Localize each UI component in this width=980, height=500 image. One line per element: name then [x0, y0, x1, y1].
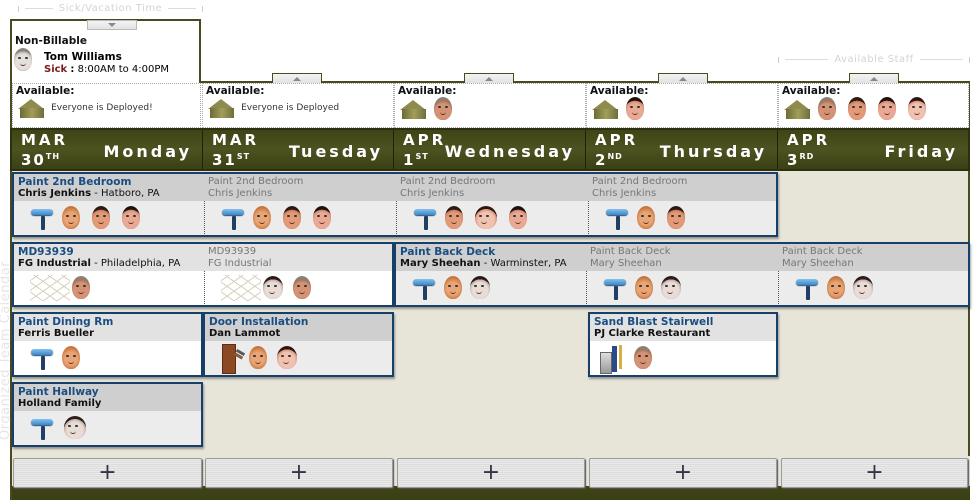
- paint-roller-icon: [30, 345, 56, 371]
- staff-avatar[interactable]: [637, 206, 655, 229]
- add-job-button-monday[interactable]: +: [13, 458, 202, 488]
- sick-time: 8:00AM to 4:00PM: [77, 64, 170, 75]
- staff-avatar[interactable]: [313, 206, 331, 229]
- day-header-monday: MAR 30TH Monday: [12, 130, 203, 169]
- available-section-label: Available Staff: [778, 54, 971, 65]
- staff-avatar[interactable]: [293, 276, 311, 299]
- sick-status: Sick: [44, 64, 68, 75]
- expand-toggle-thursday[interactable]: [658, 73, 708, 83]
- sick-person-name: Tom Williams: [44, 51, 122, 63]
- day-header-thursday: APR 2ND Thursday: [586, 130, 778, 169]
- sand-blaster-icon: [598, 343, 632, 374]
- plus-icon: +: [481, 460, 501, 485]
- staff-avatar[interactable]: [470, 276, 490, 299]
- staff-avatar[interactable]: [848, 97, 866, 120]
- grid-layout-icon: [221, 274, 261, 301]
- staff-avatar[interactable]: [277, 346, 297, 369]
- staff-avatar[interactable]: [263, 276, 283, 299]
- job-card-door-installation[interactable]: Door Installation Dan Lammot: [203, 312, 394, 377]
- plus-icon: +: [98, 460, 117, 485]
- staff-avatar[interactable]: [509, 206, 527, 229]
- staff-avatar[interactable]: [878, 97, 896, 120]
- staff-avatar[interactable]: [62, 346, 80, 369]
- tent-icon: [398, 98, 428, 120]
- non-billable-heading: Non-Billable: [15, 35, 87, 47]
- availability-cell: Available:: [586, 83, 778, 128]
- job-card-paint-hallway[interactable]: Paint Hallway Holland Family: [12, 382, 203, 447]
- chevron-up-icon: [485, 76, 493, 81]
- chevron-up-icon: [293, 76, 301, 81]
- job-card-paint-2nd-bedroom[interactable]: Paint 2nd Bedroom Chris Jenkins - Hatbor…: [12, 172, 778, 237]
- chevron-up-icon: [870, 76, 878, 81]
- plus-icon: +: [673, 460, 693, 485]
- day-header-wednesday: APR 1ST Wednesday: [394, 130, 586, 169]
- availability-cell: Available:: [394, 83, 586, 128]
- day-header-tuesday: MAR 31ST Tuesday: [203, 130, 394, 169]
- paint-roller-icon: [413, 205, 439, 231]
- tent-icon: [590, 98, 620, 120]
- tom-williams-avatar[interactable]: [14, 48, 32, 71]
- paint-roller-icon: [30, 415, 56, 441]
- staff-avatar[interactable]: [92, 206, 110, 229]
- job-card-sand-blast-stairwell[interactable]: Sand Blast Stairwell PJ Clarke Restauran…: [588, 312, 778, 377]
- job-card-paint-dining-rm[interactable]: Paint Dining Rm Ferris Bueller: [12, 312, 203, 377]
- availability-cell: Available:: [778, 83, 969, 128]
- add-job-row: + + + + +: [10, 456, 970, 500]
- plus-icon: +: [865, 460, 884, 485]
- availability-cell: Available: Everyone is Deployed!: [12, 83, 201, 128]
- staff-avatar[interactable]: [818, 97, 836, 120]
- availability-cell: Available: Everyone is Deployed: [202, 83, 394, 128]
- staff-avatar[interactable]: [283, 206, 301, 229]
- staff-avatar[interactable]: [253, 206, 271, 229]
- add-job-button-thursday[interactable]: +: [589, 458, 777, 488]
- add-job-button-wednesday[interactable]: +: [397, 458, 585, 488]
- plus-icon: +: [289, 460, 309, 485]
- staff-avatar[interactable]: [122, 206, 140, 229]
- sick-entry: Sick : 8:00AM to 4:00PM: [44, 64, 170, 75]
- add-job-button-friday[interactable]: +: [781, 458, 968, 488]
- staff-avatar[interactable]: [634, 346, 652, 369]
- door-hammer-icon: [219, 343, 247, 374]
- paint-roller-icon: [603, 275, 629, 301]
- staff-avatar[interactable]: [445, 206, 463, 229]
- staff-avatar[interactable]: [626, 97, 644, 120]
- staff-avatar[interactable]: [62, 206, 80, 229]
- staff-avatar[interactable]: [853, 276, 873, 299]
- paint-roller-icon: [795, 275, 821, 301]
- tent-icon: [206, 97, 236, 119]
- expand-toggle-tuesday[interactable]: [272, 73, 322, 83]
- expand-toggle-wednesday[interactable]: [464, 73, 514, 83]
- chevron-up-icon: [679, 76, 687, 81]
- paint-roller-icon: [30, 205, 56, 231]
- add-job-button-tuesday[interactable]: +: [205, 458, 393, 488]
- staff-avatar[interactable]: [908, 97, 926, 120]
- staff-avatar[interactable]: [827, 276, 845, 299]
- grid-layout-icon: [30, 274, 70, 301]
- day-header-friday: APR 3RD Friday: [778, 130, 968, 169]
- job-card-paint-back-deck[interactable]: Paint Back Deck Mary Sheehan - Warminste…: [394, 242, 970, 307]
- job-card-md93939[interactable]: MD93939 FG Industrial - Philadelphia, PA…: [12, 242, 394, 307]
- tent-icon: [16, 97, 46, 119]
- day-header-row: MAR 30TH Monday MAR 31ST Tuesday APR 1ST…: [10, 128, 970, 171]
- chevron-down-icon: [108, 23, 116, 27]
- tent-icon: [782, 98, 812, 120]
- sick-section-label: Sick/Vacation Time: [18, 3, 204, 14]
- staff-avatar[interactable]: [635, 276, 653, 299]
- schedule-grid: Paint 2nd Bedroom Chris Jenkins - Hatbor…: [10, 171, 970, 456]
- staff-avatar[interactable]: [434, 97, 452, 120]
- staff-avatar[interactable]: [661, 276, 681, 299]
- paint-roller-icon: [221, 205, 247, 231]
- staff-avatar[interactable]: [667, 206, 685, 229]
- staff-avatar[interactable]: [249, 346, 267, 369]
- paint-roller-icon: [412, 275, 438, 301]
- availability-row: Available: Everyone is Deployed! Availab…: [10, 83, 970, 128]
- expand-toggle-friday[interactable]: [849, 73, 899, 83]
- paint-roller-icon: [605, 205, 631, 231]
- staff-avatar[interactable]: [64, 416, 86, 439]
- staff-avatar[interactable]: [444, 276, 462, 299]
- team-calendar: Organized Team Calendar Sick/Vacation Ti…: [0, 0, 980, 500]
- collapse-sick-toggle[interactable]: [87, 20, 137, 30]
- staff-avatar[interactable]: [72, 276, 90, 299]
- staff-avatar[interactable]: [475, 206, 497, 229]
